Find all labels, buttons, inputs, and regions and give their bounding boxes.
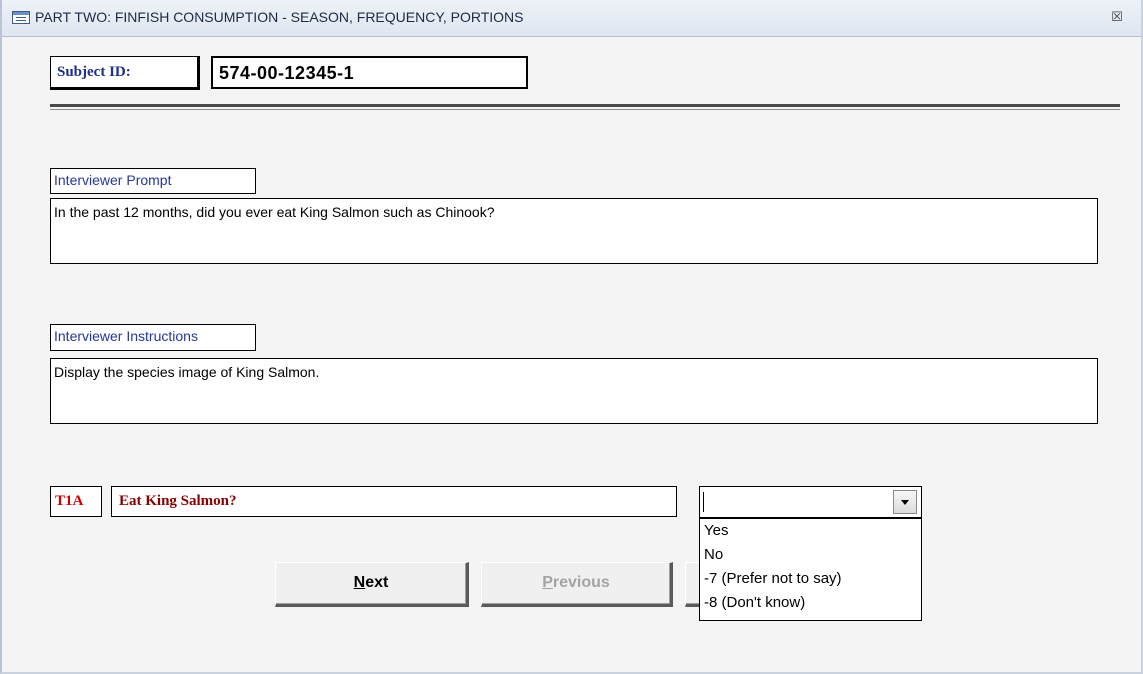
interviewer-instructions-text: Display the species image of King Salmon… [50, 358, 1098, 424]
option-prefer-not-to-say[interactable]: -7 (Prefer not to say) [700, 570, 921, 594]
separator [50, 104, 1120, 107]
interviewer-prompt-text: In the past 12 months, did you ever eat … [50, 198, 1098, 264]
option-yes[interactable]: Yes [700, 522, 921, 546]
answer-dropdown-list: Yes No -7 (Prefer not to say) -8 (Don't … [699, 518, 922, 621]
previous-mnemonic: P [542, 574, 553, 591]
answer-combobox[interactable] [699, 486, 922, 518]
form-icon [12, 11, 30, 24]
next-button[interactable]: Next [275, 562, 469, 607]
window-title: PART TWO: FINFISH CONSUMPTION - SEASON, … [35, 9, 524, 25]
question-text: Eat King Salmon? [111, 486, 677, 517]
next-mnemonic: N [353, 574, 366, 591]
chevron-down-icon [901, 500, 909, 505]
subject-id-label: Subject ID: [50, 56, 200, 90]
dropdown-button[interactable] [893, 490, 917, 514]
previous-button: Previous [481, 562, 673, 607]
next-label: ext [365, 574, 389, 591]
form-window: PART TWO: FINFISH CONSUMPTION - SEASON, … [0, 0, 1143, 674]
interviewer-instructions-label: Interviewer Instructions [50, 324, 256, 351]
separator-thin [50, 109, 1120, 110]
close-icon[interactable]: ☒ [1108, 10, 1126, 26]
previous-label: revious [552, 574, 610, 591]
subject-id-field[interactable]: 574-00-12345-1 [211, 56, 528, 89]
text-caret [703, 492, 704, 512]
title-bar: PART TWO: FINFISH CONSUMPTION - SEASON, … [2, 0, 1141, 37]
question-code: T1A [50, 486, 102, 517]
option-dont-know[interactable]: -8 (Don't know) [700, 594, 921, 618]
interviewer-prompt-label: Interviewer Prompt [50, 168, 256, 194]
option-no[interactable]: No [700, 546, 921, 570]
